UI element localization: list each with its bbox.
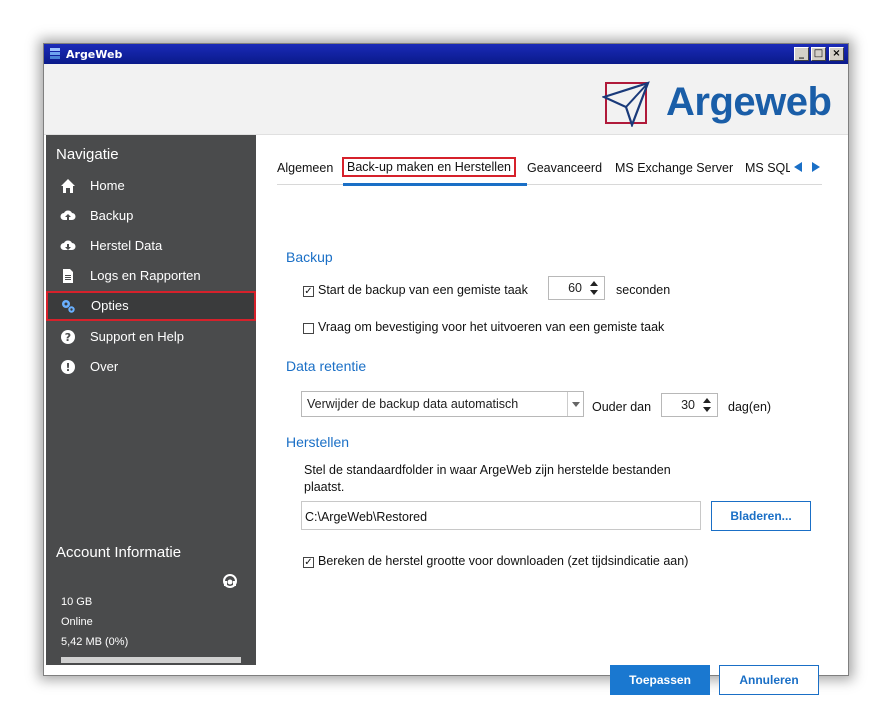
sidebar-item-label: Over — [90, 359, 119, 374]
calc-size-label: Bereken de herstel grootte voor download… — [318, 554, 689, 568]
cloud-upload-icon — [60, 210, 76, 220]
restore-path-input[interactable]: C:\ArgeWeb\Restored — [301, 501, 701, 530]
start-missed-unit: seconden — [616, 283, 671, 297]
restore-description-line2: plaatst. — [304, 480, 345, 494]
start-missed-checkbox[interactable]: ✓ — [303, 286, 314, 297]
confirm-checkbox[interactable] — [303, 323, 314, 334]
restore-description-line1: Stel de standaardfolder in waar ArgeWeb … — [304, 463, 671, 477]
account-title: Account Informatie — [56, 544, 182, 561]
tab-ms-sql[interactable]: MS SQL Server — [745, 161, 790, 175]
tab-scroll-right-icon[interactable] — [812, 162, 820, 172]
tab-scroll-left-icon[interactable] — [794, 162, 802, 172]
usage-progress-bar — [61, 657, 241, 663]
header: Argeweb — [44, 64, 848, 135]
tab-overflow: MS SQL Server — [745, 161, 790, 181]
section-backup-title: Backup — [286, 249, 333, 265]
sidebar: Navigatie Home Backup Herstel Data Logs … — [46, 135, 256, 665]
stepper-value: 60 — [568, 281, 582, 295]
cancel-button[interactable]: Annuleren — [719, 665, 819, 695]
minimize-button[interactable]: _ — [794, 47, 809, 61]
start-missed-stepper[interactable]: 60 — [548, 276, 605, 300]
app-window: ArgeWeb _ □ × Argeweb Navigatie Home Bac… — [43, 43, 849, 695]
retention-select[interactable]: Verwijder de backup data automatisch — [301, 391, 584, 417]
sidebar-item-backup[interactable]: Backup — [46, 201, 256, 231]
svg-text:?: ? — [65, 331, 71, 344]
sidebar-item-home[interactable]: Home — [46, 171, 256, 201]
home-icon — [61, 179, 75, 193]
sidebar-item-support[interactable]: ? Support en Help — [46, 322, 256, 352]
tab-backup-herstellen[interactable]: Back-up maken en Herstellen — [342, 157, 516, 177]
start-missed-label: Start de backup van een gemiste taak — [318, 283, 528, 297]
svg-text:!: ! — [65, 361, 70, 374]
older-than-label: Ouder dan — [592, 400, 652, 414]
section-retention-title: Data retentie — [286, 358, 367, 374]
document-icon — [63, 269, 73, 283]
stepper-arrows-icon[interactable] — [588, 279, 602, 297]
cloud-download-icon — [60, 240, 76, 250]
title-bar[interactable]: ArgeWeb _ □ × — [44, 44, 848, 64]
calc-size-checkbox[interactable]: ✓ — [303, 557, 314, 568]
tab-bar: Algemeen Back-up maken en Herstellen Gea… — [277, 157, 822, 186]
sidebar-item-over[interactable]: ! Over — [46, 352, 256, 382]
nav-title: Navigatie — [56, 146, 119, 163]
sidebar-item-label: Logs en Rapporten — [90, 268, 201, 283]
tab-ms-exchange[interactable]: MS Exchange Server — [615, 161, 733, 175]
sidebar-item-label: Opties — [91, 298, 129, 313]
account-quota: 10 GB — [61, 596, 93, 608]
older-than-stepper[interactable]: 30 — [661, 393, 718, 417]
options-panel: Algemeen Back-up maken en Herstellen Gea… — [258, 135, 848, 695]
sidebar-item-label: Support en Help — [90, 329, 184, 344]
sidebar-item-opties[interactable]: Opties — [46, 291, 256, 321]
account-status: Online — [61, 616, 93, 628]
gears-icon — [62, 300, 75, 313]
sidebar-item-logs[interactable]: Logs en Rapporten — [46, 261, 256, 291]
close-button[interactable]: × — [829, 47, 844, 61]
sidebar-item-label: Home — [90, 178, 125, 193]
argeweb-logo-icon — [602, 81, 650, 127]
question-icon: ? — [61, 330, 75, 344]
info-icon: ! — [61, 360, 75, 374]
stepper-value: 30 — [681, 398, 695, 412]
maximize-button[interactable]: □ — [811, 47, 826, 61]
confirm-label: Vraag om bevestiging voor het uitvoeren … — [318, 320, 665, 334]
sidebar-item-label: Backup — [90, 208, 134, 223]
apply-button[interactable]: Toepassen — [610, 665, 710, 695]
logo-text: Argeweb — [666, 80, 832, 124]
tab-algemeen[interactable]: Algemeen — [277, 161, 333, 175]
browse-button[interactable]: Bladeren... — [711, 501, 811, 531]
app-icon — [50, 48, 60, 59]
sidebar-item-herstel-data[interactable]: Herstel Data — [46, 231, 256, 261]
chevron-down-icon[interactable] — [567, 392, 583, 416]
window-title: ArgeWeb — [66, 48, 123, 61]
section-restore-title: Herstellen — [286, 434, 350, 450]
older-than-unit: dag(en) — [728, 400, 772, 414]
account-usage: 5,42 MB (0%) — [61, 636, 129, 648]
active-tab-indicator — [343, 183, 527, 186]
sidebar-item-label: Herstel Data — [90, 238, 163, 253]
retention-select-value: Verwijder de backup data automatisch — [307, 397, 519, 411]
tab-geavanceerd[interactable]: Geavanceerd — [527, 161, 602, 175]
headset-icon[interactable] — [221, 572, 239, 590]
stepper-arrows-icon[interactable] — [701, 396, 715, 414]
